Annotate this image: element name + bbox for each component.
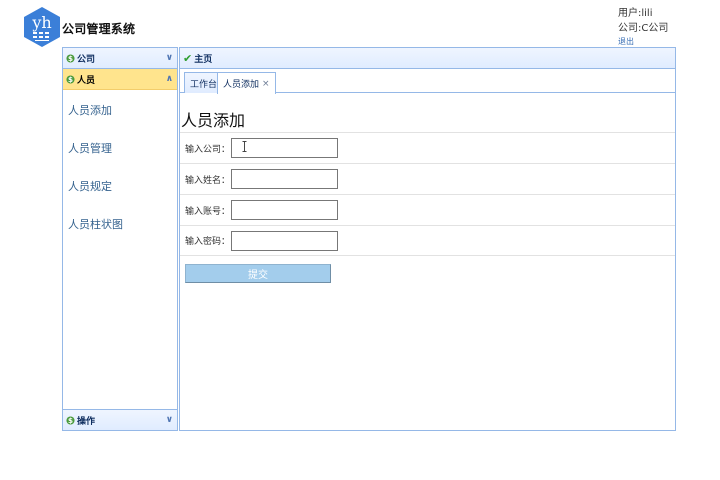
dollar-icon: $ <box>66 54 75 63</box>
close-icon[interactable]: × <box>262 79 270 89</box>
accordion-people[interactable]: $ 人员 ∧ <box>63 69 177 90</box>
main-header-label: 主页 <box>194 54 213 65</box>
main-header: ✔ 主页 <box>180 48 675 69</box>
sidebar-item-person-rules[interactable]: 人员规定 <box>63 167 177 205</box>
people-menu: 人员添加 人员管理 人员规定 人员柱状图 <box>63 91 177 243</box>
chevron-down-icon[interactable]: ∨ <box>166 53 173 63</box>
chevron-up-icon[interactable]: ∧ <box>166 74 173 84</box>
chevron-down-icon[interactable]: ∨ <box>166 415 173 425</box>
dollar-icon: $ <box>66 75 75 84</box>
name-field-label: 输入姓名： <box>185 175 231 186</box>
svg-text:$: $ <box>68 54 73 63</box>
account-input[interactable] <box>231 200 338 220</box>
accordion-people-label: 人员 <box>77 75 96 86</box>
page-title: 人员添加 <box>181 111 246 130</box>
logout-link[interactable]: 退出 <box>618 36 634 47</box>
submit-button[interactable]: 提交 <box>185 264 331 283</box>
app-title: 公司管理系统 <box>62 22 136 36</box>
accordion-company-label: 公司 <box>77 54 96 65</box>
form-row-company: 输入公司： <box>180 132 675 163</box>
password-field-label: 输入密码： <box>185 237 231 247</box>
accordion-operations-label: 操作 <box>77 416 96 427</box>
name-input[interactable] <box>231 169 338 189</box>
user-label: 用户:lili <box>618 8 653 19</box>
company-logo: yh <box>24 7 60 47</box>
tab-person-add-label: 人员添加 <box>223 80 260 90</box>
company-label: 公司:C公司 <box>618 23 669 34</box>
sidebar-item-person-manage[interactable]: 人员管理 <box>63 129 177 167</box>
form-row-password: 输入密码： <box>180 225 675 256</box>
svg-text:$: $ <box>68 416 73 425</box>
form-row-name: 输入姓名： <box>180 163 675 194</box>
dollar-icon: $ <box>66 416 75 425</box>
user-info: 用户:lili 公司:C公司 <box>618 6 668 36</box>
sidebar-item-person-add[interactable]: 人员添加 <box>63 91 177 129</box>
tab-person-add[interactable]: 人员添加 × <box>217 72 276 94</box>
tab-workbench-label: 工作台 <box>190 79 218 90</box>
password-input[interactable] <box>231 230 338 251</box>
tabs-bar: 工作台 人员添加 × <box>180 69 675 94</box>
svg-text:yh: yh <box>31 13 51 32</box>
svg-text:$: $ <box>68 75 73 84</box>
company-input[interactable] <box>231 138 338 158</box>
accordion-company[interactable]: $ 公司 ∨ <box>63 48 177 69</box>
accordion-operations[interactable]: $ 操作 ∨ <box>63 409 177 430</box>
main-panel: ✔ 主页 工作台 人员添加 × 人员添加 输入公司： 输入姓名： 输入账号： 输… <box>179 47 676 431</box>
check-icon: ✔ <box>183 51 193 65</box>
account-field-label: 输入账号： <box>185 206 231 217</box>
text-cursor-icon <box>242 141 247 152</box>
form-row-account: 输入账号： <box>180 194 675 225</box>
company-field-label: 输入公司： <box>185 144 231 155</box>
sidebar: $ 公司 ∨ $ 人员 ∧ 人员添加 人员管理 人员规定 人员柱状图 $ 操作 … <box>62 47 178 431</box>
sidebar-item-person-bar-chart[interactable]: 人员柱状图 <box>63 205 177 243</box>
